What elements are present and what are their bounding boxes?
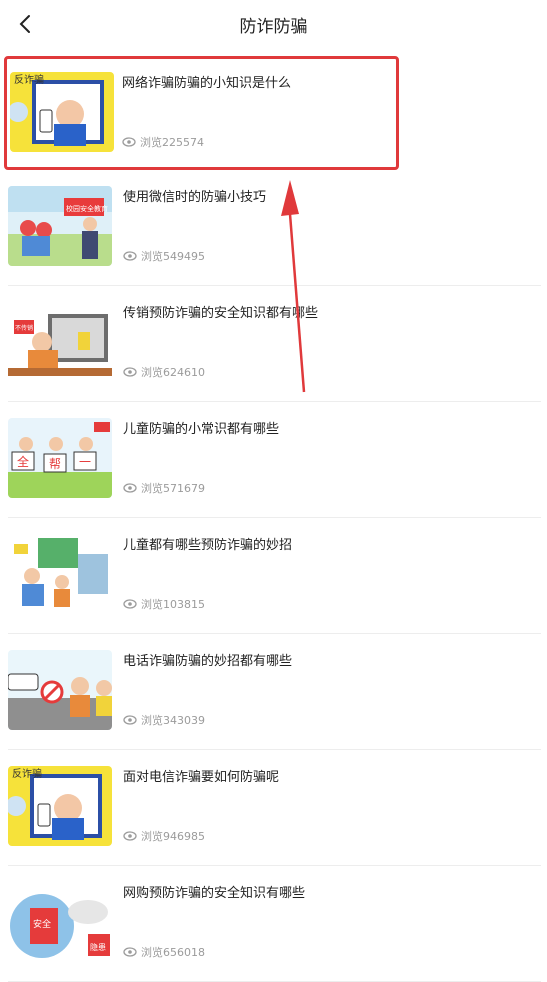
view-count: 浏览946985: [123, 828, 205, 844]
svg-text:反诈骗: 反诈骗: [14, 73, 44, 86]
article-title: 网购预防诈骗的安全知识有哪些: [123, 886, 306, 901]
article-thumbnail: 全 帮 一: [8, 418, 112, 498]
eye-icon: [123, 831, 137, 841]
list-item[interactable]: 全 帮 一 儿童防骗的小常识都有哪些 浏览571679: [8, 402, 541, 518]
article-thumbnail: 反诈骗: [10, 72, 114, 152]
list-item[interactable]: 电话诈骗防骗的妙招都有哪些 浏览343039: [8, 634, 541, 750]
article-title: 使用微信时的防骗小技巧: [123, 190, 267, 205]
view-count: 浏览656018: [123, 944, 205, 960]
view-count: 浏览225574: [122, 134, 204, 150]
list-item[interactable]: 儿童都有哪些预防诈骗的妙招 浏览103815: [8, 518, 541, 634]
eye-icon: [122, 137, 136, 147]
list-item[interactable]: 反诈骗 面对电信诈骗要如何防骗呢 浏览946985: [8, 750, 541, 866]
eye-icon: [123, 251, 137, 261]
list-item[interactable]: 校园安全教育 使用微信时的防骗小技巧 浏览549495: [8, 170, 541, 286]
svg-text:全: 全: [17, 454, 29, 469]
eye-icon: [123, 715, 137, 725]
article-title: 网络诈骗防骗的小知识是什么: [122, 76, 292, 91]
view-count: 浏览343039: [123, 712, 205, 728]
article-thumbnail: 反诈骗: [8, 766, 112, 846]
article-list: 反诈骗 网络诈骗防骗的小知识是什么 浏览225574 校园安全教育 使用微信时的…: [0, 56, 547, 982]
eye-icon: [123, 947, 137, 957]
svg-text:隐患: 隐患: [90, 942, 106, 952]
eye-icon: [123, 599, 137, 609]
view-count: 浏览624610: [123, 364, 205, 380]
list-item[interactable]: 反诈骗 网络诈骗防骗的小知识是什么 浏览225574: [4, 56, 399, 170]
page-title: 防诈防骗: [239, 17, 308, 37]
list-item[interactable]: 安全 隐患 网购预防诈骗的安全知识有哪些 浏览656018: [8, 866, 541, 982]
svg-text:反诈骗: 反诈骗: [12, 767, 42, 780]
article-title: 传销预防诈骗的安全知识都有哪些: [123, 306, 319, 321]
article-thumbnail: [8, 534, 112, 614]
article-title: 电话诈骗防骗的妙招都有哪些: [123, 654, 293, 669]
top-bar: 防诈防骗: [0, 0, 547, 48]
view-count: 浏览549495: [123, 248, 205, 264]
view-count: 浏览103815: [123, 596, 205, 612]
article-thumbnail: 安全 隐患: [8, 882, 112, 962]
article-title: 面对电信诈骗要如何防骗呢: [123, 770, 280, 785]
svg-text:校园安全教育: 校园安全教育: [66, 204, 108, 213]
article-title: 儿童防骗的小常识都有哪些: [123, 422, 280, 437]
eye-icon: [123, 367, 137, 377]
eye-icon: [123, 483, 137, 493]
svg-text:不传销: 不传销: [15, 324, 33, 332]
svg-text:一: 一: [79, 455, 91, 469]
list-item[interactable]: 不传销 传销预防诈骗的安全知识都有哪些 浏览624610: [8, 286, 541, 402]
article-thumbnail: [8, 650, 112, 730]
svg-text:帮: 帮: [49, 457, 61, 471]
view-count: 浏览571679: [123, 480, 205, 496]
article-title: 儿童都有哪些预防诈骗的妙招: [123, 538, 293, 553]
article-thumbnail: 校园安全教育: [8, 186, 112, 266]
article-thumbnail: 不传销: [8, 302, 112, 382]
svg-text:安全: 安全: [33, 918, 51, 930]
